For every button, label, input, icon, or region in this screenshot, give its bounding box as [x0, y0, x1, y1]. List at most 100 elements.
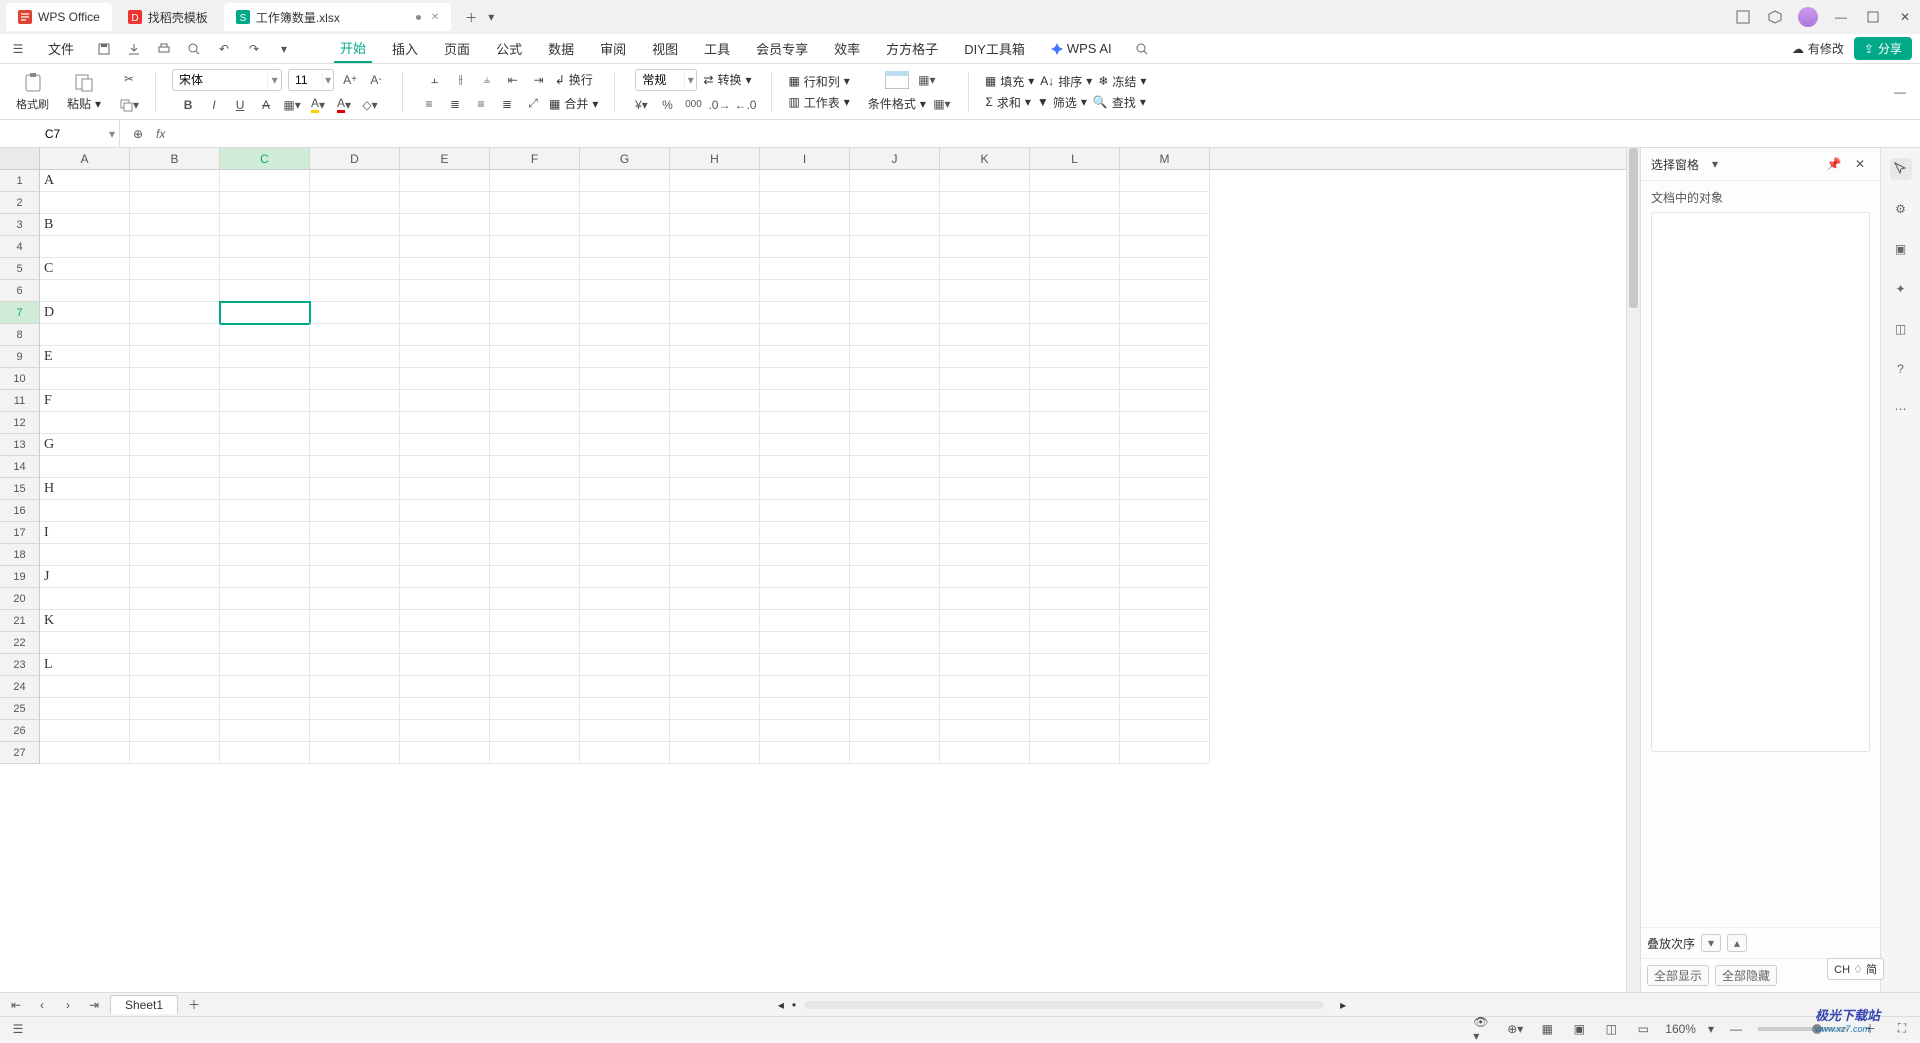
cell-B2[interactable]: [130, 192, 220, 214]
cell-G2[interactable]: [580, 192, 670, 214]
cell-M22[interactable]: [1120, 632, 1210, 654]
cell-D6[interactable]: [310, 280, 400, 302]
cell-J2[interactable]: [850, 192, 940, 214]
cell-A10[interactable]: [40, 368, 130, 390]
cell-H2[interactable]: [670, 192, 760, 214]
cell-J8[interactable]: [850, 324, 940, 346]
row-header-14[interactable]: 14: [0, 456, 40, 478]
cell-B19[interactable]: [130, 566, 220, 588]
name-box[interactable]: ▾: [0, 120, 120, 147]
cell-B13[interactable]: [130, 434, 220, 456]
cell-B26[interactable]: [130, 720, 220, 742]
dec-inc-icon[interactable]: .0→: [709, 95, 729, 115]
cell-K9[interactable]: [940, 346, 1030, 368]
cell-D15[interactable]: [310, 478, 400, 500]
cell-H4[interactable]: [670, 236, 760, 258]
col-header-A[interactable]: A: [40, 148, 130, 169]
cell-B9[interactable]: [130, 346, 220, 368]
cell-M23[interactable]: [1120, 654, 1210, 676]
has-changes-button[interactable]: ☁有修改: [1792, 40, 1844, 57]
row-header-11[interactable]: 11: [0, 390, 40, 412]
first-sheet-icon[interactable]: ⇤: [6, 995, 26, 1015]
cell-E6[interactable]: [400, 280, 490, 302]
cell-F10[interactable]: [490, 368, 580, 390]
cell-F27[interactable]: [490, 742, 580, 764]
cell-L4[interactable]: [1030, 236, 1120, 258]
cell-H16[interactable]: [670, 500, 760, 522]
cell-D21[interactable]: [310, 610, 400, 632]
cell-K4[interactable]: [940, 236, 1030, 258]
print-icon[interactable]: [154, 39, 174, 59]
settings-tool-icon[interactable]: ⚙: [1890, 198, 1912, 220]
user-avatar[interactable]: [1798, 7, 1818, 27]
cell-J11[interactable]: [850, 390, 940, 412]
cell-D10[interactable]: [310, 368, 400, 390]
cell-K26[interactable]: [940, 720, 1030, 742]
fill-color-icon[interactable]: A▾: [308, 95, 328, 115]
cell-G10[interactable]: [580, 368, 670, 390]
cell-F21[interactable]: [490, 610, 580, 632]
cell-D3[interactable]: [310, 214, 400, 236]
cell-J14[interactable]: [850, 456, 940, 478]
cell-M24[interactable]: [1120, 676, 1210, 698]
select-all-corner[interactable]: [0, 148, 40, 169]
paste-label[interactable]: 粘贴▾: [67, 95, 101, 112]
cell-K19[interactable]: [940, 566, 1030, 588]
col-header-J[interactable]: J: [850, 148, 940, 169]
cell-D8[interactable]: [310, 324, 400, 346]
decrease-font-icon[interactable]: A-: [366, 70, 386, 90]
tab-document[interactable]: S 工作簿数量.xlsx ✕: [224, 3, 451, 31]
cell-I23[interactable]: [760, 654, 850, 676]
cell-I3[interactable]: [760, 214, 850, 236]
cell-E24[interactable]: [400, 676, 490, 698]
border-icon[interactable]: ▦▾: [282, 95, 302, 115]
cell-L23[interactable]: [1030, 654, 1120, 676]
row-header-18[interactable]: 18: [0, 544, 40, 566]
cell-D17[interactable]: [310, 522, 400, 544]
cell-E10[interactable]: [400, 368, 490, 390]
cell-A3[interactable]: B: [40, 214, 130, 236]
align-right-icon[interactable]: ≡: [471, 94, 491, 114]
cell-B23[interactable]: [130, 654, 220, 676]
cell-A12[interactable]: [40, 412, 130, 434]
cell-F9[interactable]: [490, 346, 580, 368]
cell-B10[interactable]: [130, 368, 220, 390]
menu-diy[interactable]: DIY工具箱: [958, 35, 1031, 62]
cell-H27[interactable]: [670, 742, 760, 764]
cell-B18[interactable]: [130, 544, 220, 566]
cell-E14[interactable]: [400, 456, 490, 478]
cell-A14[interactable]: [40, 456, 130, 478]
row-header-4[interactable]: 4: [0, 236, 40, 258]
cell-D14[interactable]: [310, 456, 400, 478]
cell-E23[interactable]: [400, 654, 490, 676]
cell-I7[interactable]: [760, 302, 850, 324]
cell-A23[interactable]: L: [40, 654, 130, 676]
comma-icon[interactable]: 000: [683, 95, 703, 115]
cell-D1[interactable]: [310, 170, 400, 192]
cell-E3[interactable]: [400, 214, 490, 236]
cell-L18[interactable]: [1030, 544, 1120, 566]
cell-B1[interactable]: [130, 170, 220, 192]
save-icon[interactable]: [94, 39, 114, 59]
table-style-icon[interactable]: [883, 70, 911, 90]
cell-I16[interactable]: [760, 500, 850, 522]
cell-J9[interactable]: [850, 346, 940, 368]
menu-formula[interactable]: 公式: [490, 35, 528, 62]
cell-G23[interactable]: [580, 654, 670, 676]
cell-G5[interactable]: [580, 258, 670, 280]
cell-B17[interactable]: [130, 522, 220, 544]
cell-H1[interactable]: [670, 170, 760, 192]
row-header-25[interactable]: 25: [0, 698, 40, 720]
cell-I21[interactable]: [760, 610, 850, 632]
cell-C16[interactable]: [220, 500, 310, 522]
cell-L12[interactable]: [1030, 412, 1120, 434]
target-icon[interactable]: ⊕▾: [1505, 1019, 1525, 1039]
cell-B22[interactable]: [130, 632, 220, 654]
cell-J26[interactable]: [850, 720, 940, 742]
cell-F5[interactable]: [490, 258, 580, 280]
cell-C18[interactable]: [220, 544, 310, 566]
cell-B14[interactable]: [130, 456, 220, 478]
italic-icon[interactable]: I: [204, 95, 224, 115]
cell-C22[interactable]: [220, 632, 310, 654]
indent-dec-icon[interactable]: ⇤: [503, 70, 523, 90]
